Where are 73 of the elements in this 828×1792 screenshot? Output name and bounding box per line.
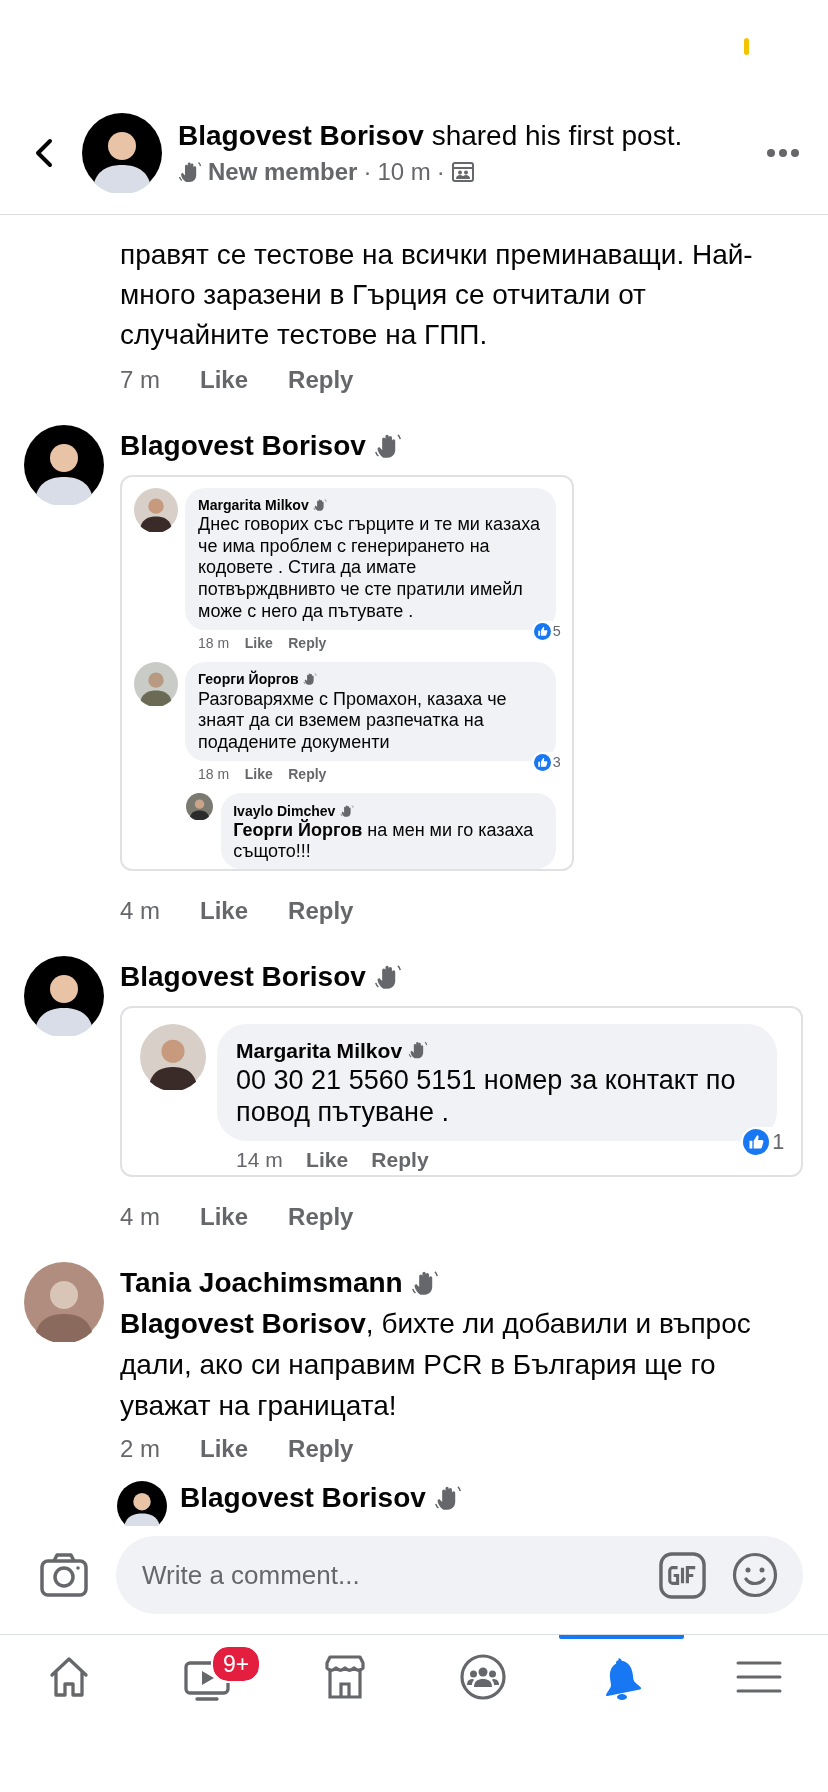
avatar-icon xyxy=(117,1481,167,1526)
wave-icon xyxy=(178,160,202,184)
commenter-name: Blagovest Borisov xyxy=(180,1481,426,1516)
wave-icon xyxy=(408,1040,429,1061)
comment-time: 18 m xyxy=(198,766,230,783)
comment-field[interactable]: Write a comment... xyxy=(116,1536,803,1614)
avatar-icon xyxy=(133,662,178,707)
comment-text: Разговаряхме с Промахон, казаха че знаят да си вземем разпечатка на подадените документи xyxy=(198,688,508,754)
commenter-name: Blagovest Borisov xyxy=(120,429,366,463)
reply-link[interactable]: Reply xyxy=(288,1196,354,1238)
wave-icon xyxy=(373,962,402,991)
emoji-icon[interactable] xyxy=(732,1552,778,1598)
comment-time: 7 m xyxy=(120,365,160,395)
comment-text: 00 30 21 5560 5151 номер за контакт по повод пътуване . xyxy=(236,1063,737,1129)
comment-text: правят се тестове на всички преминаващи. Най-много заразени в Гърция се отчитали от случайните тестове на ГПП. xyxy=(120,238,754,352)
status-indicator-icon xyxy=(744,38,749,55)
comment-text: Blagovest Borisov, бихте ли добавили и въпрос дали, ако си направим PCR в България ще го уважат на границата! xyxy=(120,1307,752,1424)
wave-icon xyxy=(410,1268,439,1297)
comment-text: Георги Йоргов на мен ми го казаха същото!!! xyxy=(233,819,535,863)
wave-icon xyxy=(433,1484,462,1513)
avatar-icon xyxy=(24,1262,104,1343)
group-icon xyxy=(450,160,475,184)
like-icon xyxy=(533,622,551,640)
like-link[interactable]: Like xyxy=(244,635,273,652)
like-link[interactable]: Like xyxy=(244,766,273,783)
gif-icon[interactable] xyxy=(659,1551,706,1599)
comment-time: 2 m xyxy=(120,1434,160,1465)
comment-time: 4 m xyxy=(120,896,160,927)
avatar-icon xyxy=(82,113,162,193)
comment-time: 14 m xyxy=(236,1148,283,1173)
commenter-name: Ivaylo Dimchev xyxy=(233,801,336,819)
reply-link[interactable]: Reply xyxy=(288,766,327,783)
member-label: New member xyxy=(208,158,358,186)
avatar-icon xyxy=(139,1024,206,1091)
tab[interactable]: 9+ xyxy=(138,1635,276,1735)
reply-link[interactable]: Reply xyxy=(288,890,354,932)
avatar-icon xyxy=(24,425,104,505)
notification-badge: 9+ xyxy=(211,1645,262,1683)
like-icon xyxy=(533,753,551,771)
more-icon[interactable] xyxy=(766,148,800,158)
avatar-icon xyxy=(133,487,178,532)
post-time: 10 m xyxy=(377,158,431,186)
post-title: Blagovest Borisov shared his first post. xyxy=(178,120,684,152)
wave-icon xyxy=(312,498,327,512)
wave-icon xyxy=(302,672,317,687)
like-link[interactable]: Like xyxy=(306,1148,349,1173)
separator: · xyxy=(436,158,445,186)
reply-link[interactable]: Reply xyxy=(371,1148,429,1173)
like-link[interactable]: Like xyxy=(200,890,249,932)
commenter-name: Blagovest Borisov xyxy=(120,960,366,995)
reply-link[interactable]: Reply xyxy=(288,1428,354,1470)
commenter-name: Margarita Milkov xyxy=(198,495,309,515)
comment-text: Днес говорих със гърците и те ми казаха че има проблем с генерирането на кодовете . Стига да имате потвърждвнивто че сте пратили имейл може с него да пътувате . xyxy=(198,514,541,623)
wave-icon xyxy=(339,803,354,818)
reply-link[interactable]: Reply xyxy=(288,359,354,400)
commenter-name: Margarita Milkov xyxy=(236,1037,403,1064)
separator: · xyxy=(363,158,372,186)
groups-icon xyxy=(459,1653,507,1701)
commenter-name: Георги Йоргов xyxy=(198,670,299,689)
avatar-icon xyxy=(24,956,104,1037)
comment-input[interactable]: Write a comment... xyxy=(140,1558,633,1592)
back-icon[interactable] xyxy=(34,138,54,168)
commenter-name: Tania Joachimsmann xyxy=(120,1266,403,1301)
like-icon xyxy=(743,1128,769,1155)
avatar-icon xyxy=(186,793,214,821)
comment-time: 4 m xyxy=(120,1202,160,1233)
camera-icon[interactable] xyxy=(40,1553,88,1597)
reply-link[interactable]: Reply xyxy=(288,635,327,652)
comment-time: 18 m xyxy=(198,635,230,652)
like-link[interactable]: Like xyxy=(200,1196,249,1238)
like-link[interactable]: Like xyxy=(200,1428,249,1470)
like-link[interactable]: Like xyxy=(200,359,249,400)
wave-icon xyxy=(373,431,402,460)
